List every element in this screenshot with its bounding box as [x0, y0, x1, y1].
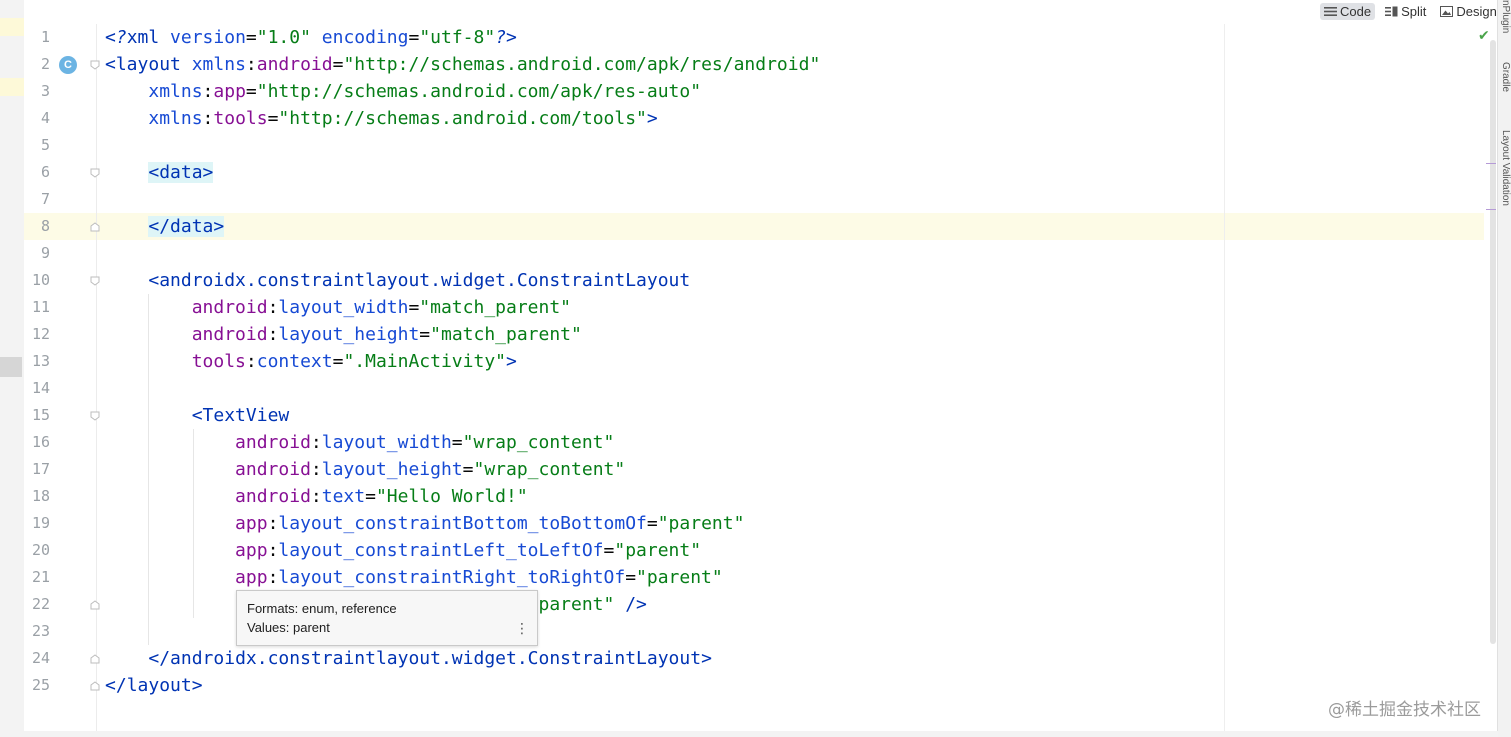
split-view-label: Split [1401, 4, 1427, 19]
code-line-25: </layout> [105, 675, 203, 696]
line-number: 18 [31, 487, 50, 505]
tooltip-values: Values: parent [247, 620, 330, 635]
line-number: 11 [31, 298, 50, 316]
code-view-label: Code [1340, 4, 1372, 19]
change-marker [0, 78, 24, 96]
line-number: 8 [40, 217, 50, 235]
fold-close-icon[interactable] [90, 654, 100, 664]
bottom-edge [24, 731, 1498, 737]
code-line-6: <data> [148, 162, 214, 183]
code-line-13: tools:context=".MainActivity"> [191, 351, 517, 372]
code-line-20: app:layout_constraintLeft_toLeftOf="pare… [235, 540, 702, 561]
line-number: 16 [31, 433, 50, 451]
fold-open-icon[interactable] [90, 276, 100, 286]
line-number: 5 [40, 136, 50, 154]
code-line-17: android:layout_height="wrap_content" [235, 459, 626, 480]
error-stripe-mark[interactable] [1486, 163, 1496, 164]
line-number: 2 [40, 55, 50, 73]
split-view-icon [1385, 6, 1398, 17]
fold-close-icon[interactable] [90, 681, 100, 691]
line-number: 14 [31, 379, 50, 397]
line-number: 13 [31, 352, 50, 370]
split-view-button[interactable]: Split [1381, 3, 1430, 20]
design-view-label: Design [1456, 4, 1497, 19]
code-line-12: android:layout_height="match_parent" [191, 324, 582, 345]
design-view-icon [1440, 6, 1454, 17]
line-number: 15 [31, 406, 50, 424]
code-line-2: <layout xmlns:android="http://schemas.an… [105, 54, 821, 75]
code-line-21: app:layout_constraintRight_toRightOf="pa… [235, 567, 723, 588]
line-number: 4 [40, 109, 50, 127]
line-number: 21 [31, 568, 50, 586]
code-line-4: xmlns:tools="http://schemas.android.com/… [148, 108, 658, 129]
code-line-19: app:layout_constraintBottom_toBottomOf="… [235, 513, 745, 534]
code-line-18: android:text="Hello World!" [235, 486, 528, 507]
watermark-text: @稀土掘金技术社区 [1328, 700, 1481, 720]
line-number: 17 [31, 460, 50, 478]
code-line-24: </androidx.constraintlayout.widget.Const… [148, 648, 712, 669]
line-number: 1 [40, 28, 50, 46]
design-view-button[interactable]: Design [1436, 3, 1500, 20]
right-tool-window-strip: nPlugin Gradle Layout Validation [1497, 0, 1511, 737]
line-number: 6 [40, 163, 50, 181]
left-scroll-thumb[interactable] [0, 357, 22, 377]
code-line-16: android:layout_width="wrap_content" [235, 432, 615, 453]
fold-open-icon[interactable] [90, 411, 100, 421]
line-number: 9 [40, 244, 50, 262]
layout-validation-tool-tab[interactable]: Layout Validation [1498, 130, 1511, 240]
right-margin-guide [1224, 24, 1225, 737]
line-number: 24 [31, 649, 50, 667]
line-number: 3 [40, 82, 50, 100]
class-badge-icon[interactable]: C [59, 56, 77, 74]
documentation-tooltip: Formats: enum, reference Values: parent … [236, 590, 538, 646]
code-line-11: android:layout_width="match_parent" [191, 297, 572, 318]
line-number: 22 [31, 595, 50, 613]
line-number: 7 [40, 190, 50, 208]
view-mode-switcher: Code Split Design [1320, 0, 1498, 23]
line-number: 12 [31, 325, 50, 343]
fold-open-icon[interactable] [90, 168, 100, 178]
plugin-tool-tab[interactable]: nPlugin [1498, 0, 1511, 40]
fold-close-icon[interactable] [90, 222, 100, 232]
line-number: 10 [31, 271, 50, 289]
line-number: 25 [31, 676, 50, 694]
code-view-button[interactable]: Code [1320, 3, 1376, 20]
code-line-1: <?xml version="1.0" encoding="utf-8"?> [105, 27, 517, 48]
error-stripe-mark[interactable] [1486, 209, 1496, 210]
line-number: 20 [31, 541, 50, 559]
change-marker [0, 18, 24, 36]
tooltip-formats: Formats: enum, reference [247, 601, 397, 616]
gradle-tool-tab[interactable]: Gradle [1498, 62, 1511, 112]
fold-close-icon[interactable] [90, 600, 100, 610]
more-options-icon[interactable]: ⋮ [515, 621, 529, 637]
line-number: 19 [31, 514, 50, 532]
line-number: 23 [31, 622, 50, 640]
code-line-3: xmlns:app="http://schemas.android.com/ap… [148, 81, 702, 102]
code-line-15: <TextView [191, 405, 290, 426]
code-view-icon [1324, 7, 1337, 16]
fold-open-icon[interactable] [90, 60, 100, 70]
code-line-10: <androidx.constraintlayout.widget.Constr… [148, 270, 691, 291]
code-line-8: </data> [148, 216, 225, 237]
editor-scrollbar-thumb[interactable] [1490, 40, 1496, 644]
gutter-divider [96, 24, 97, 737]
